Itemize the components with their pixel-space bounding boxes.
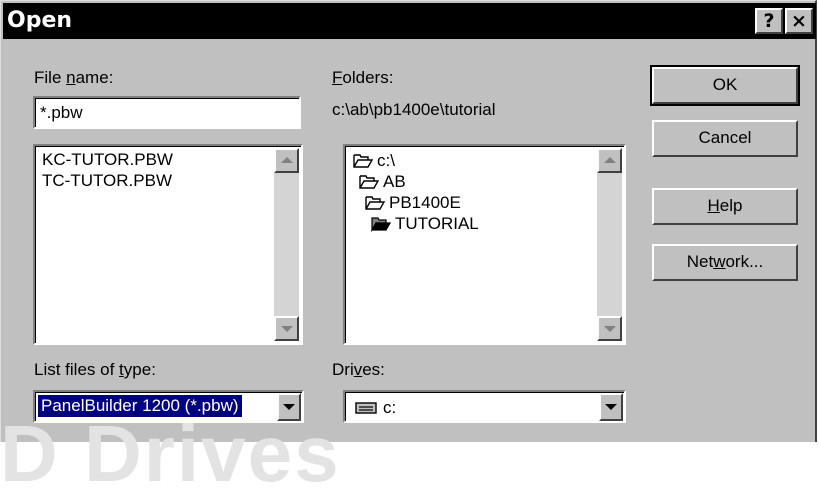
- chevron-down-icon: [604, 326, 616, 332]
- drives-select[interactable]: c:: [343, 390, 626, 423]
- folder-label: PB1400E: [389, 193, 461, 212]
- list-item[interactable]: KC-TUTOR.PBW: [42, 150, 173, 170]
- ok-button[interactable]: OK: [650, 65, 800, 106]
- drives-dropdown-button[interactable]: [599, 393, 623, 421]
- folder-label: TUTORIAL: [395, 214, 479, 233]
- folder-item-pb1400e[interactable]: PB1400E: [365, 193, 461, 213]
- file-name-label-suffix: ame:: [75, 68, 114, 87]
- file-name-label-mnemonic: n: [66, 68, 76, 87]
- open-folder-icon: [359, 175, 379, 189]
- folder-item-c[interactable]: c:\: [353, 151, 395, 171]
- chevron-down-icon: [605, 404, 617, 410]
- open-folder-filled-icon: [371, 217, 391, 232]
- help-button-mnemonic: H: [707, 196, 720, 215]
- file-name-label-prefix: File: [34, 68, 67, 87]
- file-list-scrollbar[interactable]: [274, 148, 299, 341]
- folder-label: c:\: [377, 151, 395, 170]
- folder-label: AB: [383, 172, 406, 191]
- folder-item-tutorial[interactable]: TUTORIAL: [371, 214, 479, 234]
- open-folder-icon: [353, 154, 373, 168]
- window-title: Open: [7, 8, 73, 33]
- folders-label-suffix: olders:: [342, 68, 394, 87]
- chevron-down-icon: [281, 326, 293, 332]
- folder-item-ab[interactable]: AB: [359, 172, 406, 192]
- current-folder-path: c:\ab\pb1400e\tutorial: [332, 100, 496, 119]
- network-button[interactable]: Network...: [652, 244, 798, 281]
- chevron-up-icon: [604, 157, 616, 163]
- drives-label-suffix: es:: [362, 360, 385, 379]
- network-button-mnemonic: w: [713, 252, 726, 271]
- file-name-label: File name:: [34, 68, 113, 88]
- file-name-input[interactable]: *.pbw: [33, 96, 301, 129]
- drives-selected: c:: [355, 398, 396, 418]
- cancel-button[interactable]: Cancel: [652, 120, 798, 157]
- drives-selected-label: c:: [383, 398, 397, 417]
- chevron-up-icon: [281, 157, 293, 163]
- help-button-suffix: elp: [719, 196, 743, 215]
- drives-label-prefix: Dri: [332, 360, 354, 379]
- open-folder-icon: [365, 196, 385, 210]
- drives-label: Drives:: [332, 360, 385, 380]
- file-list[interactable]: KC-TUTOR.PBW TC-TUTOR.PBW: [33, 144, 303, 345]
- folder-tree[interactable]: c:\ AB PB1400E TUTORIAL: [343, 144, 626, 345]
- list-item[interactable]: TC-TUTOR.PBW: [42, 171, 172, 191]
- drives-label-mnemonic: v: [353, 360, 363, 379]
- file-type-label-suffix: ype:: [123, 360, 156, 379]
- title-bar[interactable]: Open ? ×: [3, 3, 816, 39]
- scroll-up-button[interactable]: [597, 148, 622, 173]
- file-type-label-prefix: List files of: [34, 360, 120, 379]
- scroll-down-button[interactable]: [597, 316, 622, 341]
- help-button[interactable]: Help: [652, 188, 798, 225]
- scroll-up-button[interactable]: [274, 148, 299, 173]
- file-type-label: List files of type:: [34, 360, 156, 380]
- folders-label-mnemonic: F: [332, 68, 343, 87]
- open-dialog: Open ? × File name: *.pbw KC-TUTOR.PBW T…: [0, 0, 817, 442]
- file-name-value: *.pbw: [40, 103, 83, 122]
- watermark-text: D Drives: [0, 409, 341, 498]
- close-button[interactable]: ×: [785, 8, 813, 34]
- network-button-prefix: Net: [686, 252, 714, 271]
- scroll-down-button[interactable]: [274, 316, 299, 341]
- help-question-button[interactable]: ?: [755, 8, 783, 34]
- drive-icon: [355, 402, 377, 414]
- folders-label: Folders:: [332, 68, 393, 88]
- folder-tree-scrollbar[interactable]: [597, 148, 622, 341]
- network-button-suffix: ork...: [725, 252, 764, 271]
